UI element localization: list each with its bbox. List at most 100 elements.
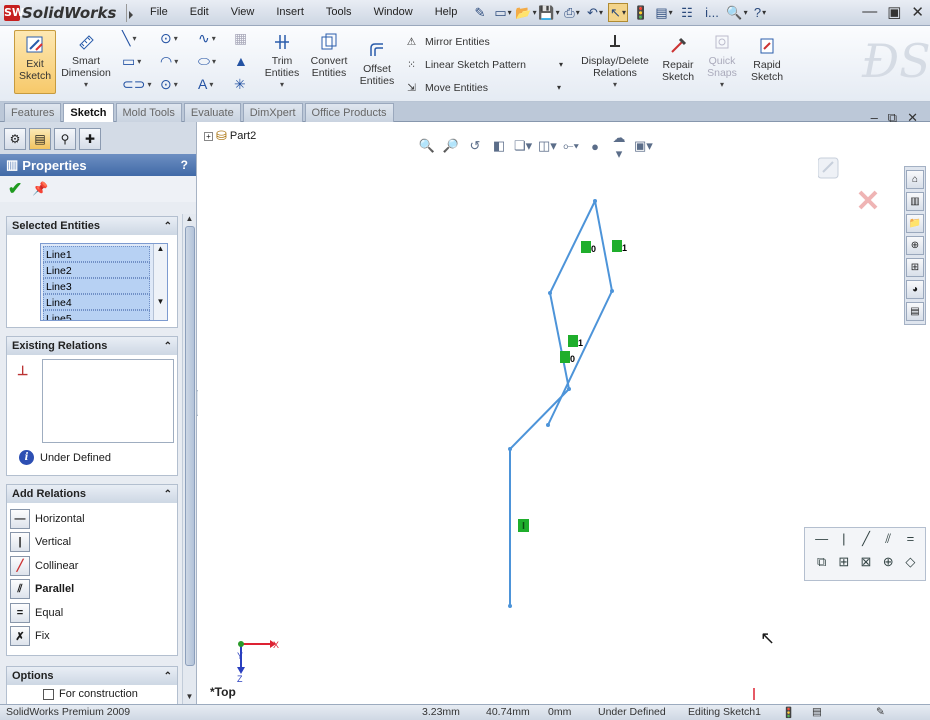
tab-office-products[interactable]: Office Products xyxy=(304,103,394,122)
smart-dimension-button[interactable]: Smart Dimension ▾ xyxy=(60,30,112,91)
trim-icon[interactable]: ⊞ xyxy=(835,554,852,574)
print-icon[interactable]: ⎙ xyxy=(562,3,582,22)
linear-sketch-pattern-button[interactable]: ⁙ Linear Sketch Pattern ▾ xyxy=(403,53,563,76)
tab-dimxpert[interactable]: DimXpert xyxy=(242,103,303,122)
slot-tool[interactable]: ⊂⊃ ▾ xyxy=(122,76,151,93)
quick-snaps-button[interactable]: Quick Snaps ▾ xyxy=(704,30,740,91)
construction-option[interactable]: For construction xyxy=(7,685,177,700)
chevron-down-icon[interactable]: ▾ xyxy=(132,34,136,43)
relation-vertical[interactable]: | Vertical xyxy=(10,531,177,555)
traffic-light-icon[interactable]: 🚦 xyxy=(631,3,651,22)
sketch-point[interactable] xyxy=(508,447,512,451)
point-tool[interactable]: ✳ xyxy=(234,76,246,93)
menu-insert[interactable]: Insert xyxy=(276,6,304,18)
sketch-polyline-left[interactable] xyxy=(509,200,596,606)
rectangle-tool[interactable]: ▭ ▾ xyxy=(122,53,141,70)
scroll-thumb[interactable] xyxy=(185,226,195,666)
chevron-down-icon[interactable]: ▾ xyxy=(559,60,563,69)
line-tool[interactable]: ╲ ▾ xyxy=(122,30,136,47)
search-icon[interactable]: 🔍 xyxy=(726,3,747,22)
select-pointer-icon[interactable]: ↖ xyxy=(608,3,628,22)
graphics-area[interactable]: + ⛁ Part2 🔍 🔎 ↺ ◧ ❏▾ ◫▾ ⟜▾ ● ☁▾ ▣▾ ‒ ⧉ ✕ xyxy=(198,110,930,704)
list-item[interactable]: Line3 xyxy=(43,278,150,294)
parallel-relation-badge[interactable]: 0 xyxy=(560,351,575,364)
list-item[interactable]: Line4 xyxy=(43,294,150,310)
chevron-down-icon[interactable]: ▾ xyxy=(84,79,88,91)
menu-tools[interactable]: Tools xyxy=(326,6,352,18)
zoom-icon[interactable]: ⊕ xyxy=(880,554,897,574)
parallel-relation-badge[interactable]: 1 xyxy=(568,335,583,348)
group-header[interactable]: Options ⌃ xyxy=(7,667,177,685)
close-icon[interactable]: ✕ xyxy=(911,3,924,21)
chevron-down-icon[interactable]: ▾ xyxy=(209,80,213,89)
pushpin-icon[interactable]: 📌 xyxy=(32,181,48,197)
repair-sketch-button[interactable]: Repair Sketch xyxy=(658,34,698,83)
chevron-down-icon[interactable]: ▾ xyxy=(174,57,178,66)
spline-tool[interactable]: ∿ ▾ xyxy=(198,30,216,47)
search-field[interactable]: i... xyxy=(700,3,724,22)
quick-tips-icon[interactable]: ✎ xyxy=(876,706,885,718)
sketch-point[interactable] xyxy=(546,423,550,427)
feature-manager-icon[interactable]: ⚙ xyxy=(4,128,26,150)
help-icon[interactable]: ? xyxy=(181,158,188,172)
chevron-down-icon[interactable]: ▾ xyxy=(137,57,141,66)
parallel-relation-badge[interactable]: 1 xyxy=(612,240,627,253)
selected-entities-list[interactable]: Line1 Line2 Line3 Line4 Line5 ▲ ▼ xyxy=(40,243,168,321)
chevron-down-icon[interactable]: ▾ xyxy=(212,57,216,66)
chevron-down-icon[interactable]: ▾ xyxy=(212,34,216,43)
sketch-point[interactable] xyxy=(548,291,552,295)
dimxpert-manager-icon[interactable]: ✚ xyxy=(79,128,101,150)
relation-parallel[interactable]: ⫽ Parallel xyxy=(10,578,177,602)
tab-mold-tools[interactable]: Mold Tools xyxy=(115,103,182,122)
design-library-icon[interactable]: ▥ xyxy=(906,192,924,211)
list-item[interactable]: Line5 xyxy=(43,310,150,320)
sketch-polyline-right[interactable] xyxy=(547,200,614,426)
vertical-icon[interactable]: | xyxy=(835,531,852,551)
convert-entities-button[interactable]: Convert Entities xyxy=(306,30,352,79)
scroll-up-icon[interactable]: ▲ xyxy=(154,244,167,253)
search-tab-icon[interactable]: ⊕ xyxy=(906,236,924,255)
move-entities-button[interactable]: ⇲ Move Entities ▾ xyxy=(403,76,563,99)
collapse-icon[interactable]: ⌃ xyxy=(164,221,172,232)
group-header[interactable]: Add Relations ⌃ xyxy=(7,485,177,503)
relation-collinear[interactable]: ╱ Collinear xyxy=(10,554,177,578)
smart-dimension-icon[interactable]: ◇ xyxy=(902,554,919,574)
arc-tool[interactable]: ◠ ▾ xyxy=(160,53,178,70)
restore-icon[interactable]: ▣ xyxy=(887,3,901,21)
minimize-icon[interactable]: — xyxy=(862,3,877,21)
chevron-down-icon[interactable]: ▾ xyxy=(174,80,178,89)
menu-edit[interactable]: Edit xyxy=(190,6,209,18)
horizontal-icon[interactable]: — xyxy=(813,531,830,551)
chevron-down-icon[interactable]: ▾ xyxy=(280,79,284,91)
undo-icon[interactable]: ↶ xyxy=(585,3,605,22)
chevron-down-icon[interactable]: ▾ xyxy=(720,79,724,91)
add-relation-icon[interactable]: ⊠ xyxy=(857,554,874,574)
flyout-arrow-icon[interactable] xyxy=(126,4,138,22)
sketch-point[interactable] xyxy=(567,387,571,391)
menu-help[interactable]: Help xyxy=(435,6,458,18)
exit-sketch-button[interactable]: Exit Sketch xyxy=(14,30,56,94)
list-scrollbar[interactable]: ▲ ▼ xyxy=(153,244,167,320)
appearances-icon[interactable]: ◕ xyxy=(906,280,924,299)
custom-properties-icon[interactable]: ▤ xyxy=(906,302,924,321)
view-palette-icon[interactable]: ⊞ xyxy=(906,258,924,277)
scroll-down-icon[interactable]: ▼ xyxy=(183,692,196,704)
open-folder-icon[interactable]: 📂 xyxy=(515,3,536,22)
rapid-sketch-button[interactable]: Rapid Sketch xyxy=(746,34,788,83)
construction-checkbox[interactable] xyxy=(43,688,54,700)
tab-features[interactable]: Features xyxy=(4,103,62,122)
collinear-icon[interactable]: ╱ xyxy=(857,531,874,551)
sketch-point[interactable] xyxy=(610,289,614,293)
parallel-icon[interactable]: ⫽ xyxy=(880,531,897,551)
menu-window[interactable]: Window xyxy=(374,6,413,18)
group-header[interactable]: Existing Relations ⌃ xyxy=(7,337,177,355)
polygon-tool[interactable]: ⊙ ▾ xyxy=(160,76,178,93)
options-icon[interactable]: ☷ xyxy=(677,3,697,22)
relation-equal[interactable]: = Equal xyxy=(10,601,177,625)
units-icon[interactable]: ▤ xyxy=(812,706,822,718)
offset-entities-button[interactable]: Offset Entities xyxy=(356,38,398,87)
group-header[interactable]: Selected Entities ⌃ xyxy=(7,217,177,235)
equal-icon[interactable]: = xyxy=(902,531,919,551)
chevron-down-icon[interactable]: ▾ xyxy=(174,34,178,43)
convert-icon[interactable]: ⧉ xyxy=(813,554,830,574)
